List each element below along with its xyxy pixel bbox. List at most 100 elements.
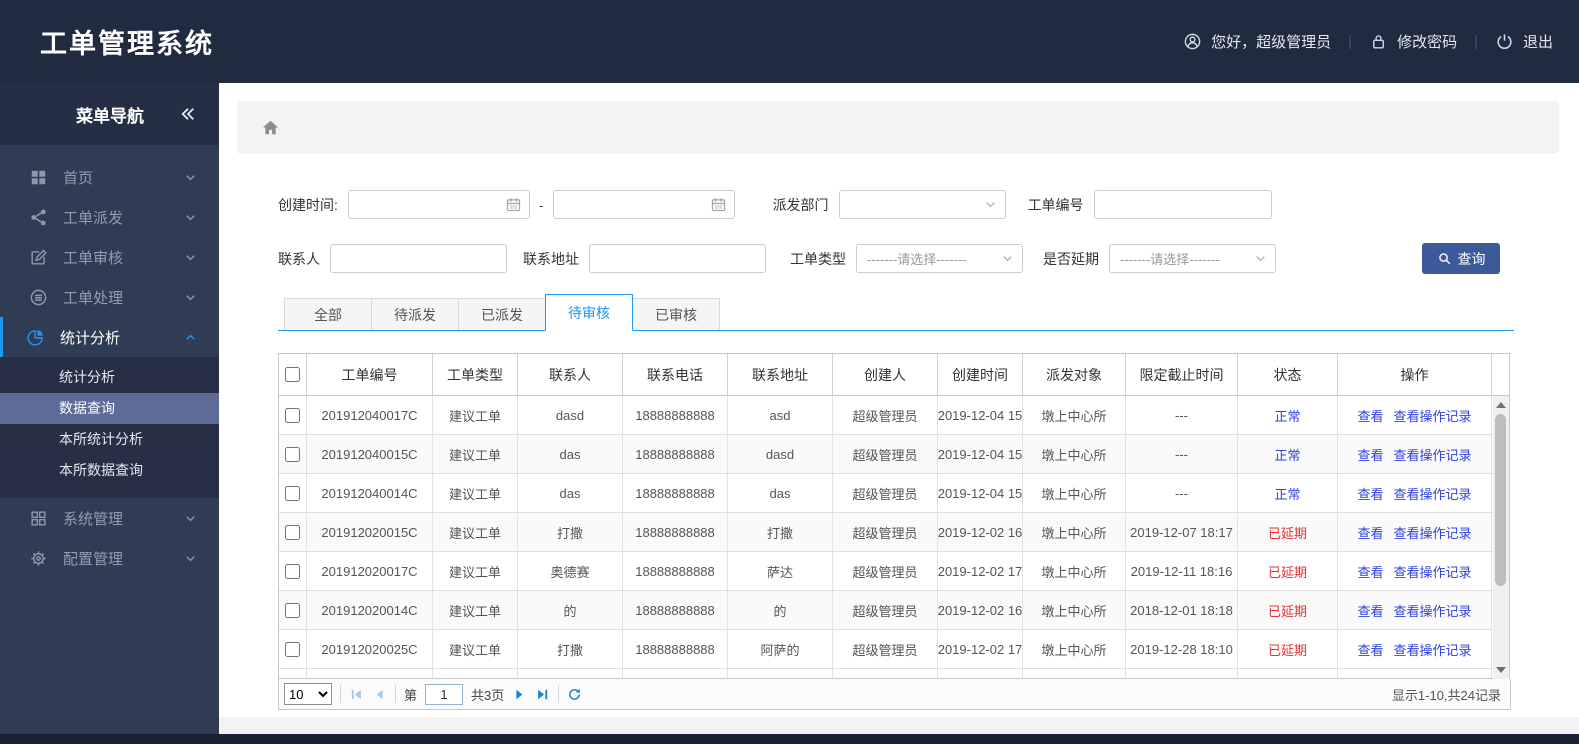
view-log-link[interactable]: 查看操作记录 <box>1394 406 1472 425</box>
table-row: 201912020017C 建议工单 奥德赛 18888888888 萨达 超级管理员 20… <box>279 552 1493 591</box>
tab-1[interactable]: 待派发 <box>371 298 459 330</box>
scrollbar-thumb[interactable] <box>1495 414 1506 586</box>
delay-value: -------请选择------- <box>1120 252 1220 267</box>
logout-link[interactable]: 退出 <box>1495 31 1553 52</box>
user-greeting-label: 您好，超级管理员 <box>1211 34 1332 51</box>
row-checkbox[interactable] <box>285 524 300 540</box>
view-log-link[interactable]: 查看操作记录 <box>1394 445 1472 464</box>
dispatch-dept-select[interactable] <box>838 190 1006 219</box>
create-time-end-input[interactable] <box>553 197 710 212</box>
select-all-checkbox[interactable] <box>285 367 300 382</box>
sidebar-item-0[interactable]: 首页 <box>0 157 219 197</box>
cell-deadline: 2019-12-07 18:17 <box>1126 513 1238 551</box>
row-checkbox[interactable] <box>285 485 300 501</box>
row-checkbox[interactable] <box>285 641 300 657</box>
chevron-down-icon <box>184 512 197 525</box>
view-log-link[interactable]: 查看操作记录 <box>1394 484 1472 503</box>
cell-actions: 查看 查看操作记录 <box>1338 435 1492 473</box>
sidebar-item-6[interactable]: 配置管理 <box>0 538 219 578</box>
view-link[interactable]: 查看 <box>1357 640 1383 659</box>
view-link[interactable]: 查看 <box>1357 484 1383 503</box>
address-input[interactable] <box>590 251 765 266</box>
grid2-icon <box>29 509 48 528</box>
current-page-input[interactable] <box>425 683 464 705</box>
view-log-link[interactable]: 查看操作记录 <box>1394 562 1472 581</box>
view-log-link[interactable]: 查看操作记录 <box>1394 601 1472 620</box>
tab-2[interactable]: 已派发 <box>458 298 546 330</box>
row-checkbox[interactable] <box>285 446 300 462</box>
cell-address: das <box>728 474 833 512</box>
next-page-button[interactable] <box>512 687 527 702</box>
scroll-up-icon[interactable] <box>1496 402 1506 408</box>
view-link[interactable]: 查看 <box>1357 445 1383 464</box>
sidebar-item-1[interactable]: 工单派发 <box>0 197 219 237</box>
cell-actions: 查看 查看操作记录 <box>1338 513 1492 551</box>
column-header-3: 联系电话 <box>623 354 728 395</box>
calendar-icon[interactable] <box>710 196 727 213</box>
scrollbar-track[interactable] <box>1493 396 1509 679</box>
search-button-label: 查询 <box>1457 250 1486 267</box>
cell-actions: 查看 查看操作记录 <box>1338 552 1492 590</box>
first-page-button[interactable] <box>349 687 364 702</box>
column-header-10: 操作 <box>1338 354 1492 395</box>
order-type-label: 工单类型 <box>790 250 846 267</box>
pagination-divider <box>395 685 396 703</box>
cell-contact: 的 <box>518 591 623 629</box>
contact-input[interactable] <box>331 251 506 266</box>
page-footer <box>0 734 1579 744</box>
view-link[interactable]: 查看 <box>1357 523 1383 542</box>
user-greeting[interactable]: 您好，超级管理员 <box>1183 31 1331 52</box>
sidebar-item-4[interactable]: 统计分析 <box>0 317 219 357</box>
cell-creator: 超级管理员 <box>833 435 938 473</box>
sidebar-item-5[interactable]: 系统管理 <box>0 498 219 538</box>
orders-table: 工单编号 工单类型 联系人 联系电话 联系地址 创建人 创建时间 派发对象 限定截止时间 状态 操作… <box>278 353 1511 679</box>
view-link[interactable]: 查看 <box>1357 406 1383 425</box>
row-checkbox[interactable] <box>285 407 300 423</box>
scroll-down-icon[interactable] <box>1496 667 1506 673</box>
row-checkbox[interactable] <box>285 563 300 579</box>
header-divider: | <box>1474 33 1478 50</box>
prev-page-button[interactable] <box>372 687 387 702</box>
column-header-0: 工单编号 <box>307 354 433 395</box>
sidebar-subitem[interactable]: 数据查询 <box>0 393 219 424</box>
tab-3[interactable]: 待审核 <box>545 294 633 331</box>
order-no-input[interactable] <box>1094 197 1271 212</box>
cell-created: 2019-12-02 16 <box>938 591 1023 629</box>
filter-row-1: 创建时间: - 派发部门 工单编号 <box>278 190 1514 219</box>
page-size-select[interactable]: 10 <box>284 683 332 705</box>
sidebar-subitem[interactable]: 统计分析 <box>0 362 219 393</box>
cell-deadline: 2018-12-01 18:18 <box>1126 591 1238 629</box>
search-button[interactable]: 查询 <box>1422 243 1500 274</box>
cell-status: 已延期 <box>1238 591 1338 629</box>
row-checkbox-cell <box>279 630 307 668</box>
cell-creator: 超级管理员 <box>833 474 938 512</box>
sidebar-item-3[interactable]: 工单处理 <box>0 277 219 317</box>
cell-status: 正常 <box>1238 396 1338 434</box>
order-type-select[interactable]: -------请选择------- <box>856 244 1023 273</box>
row-checkbox-cell <box>279 396 307 434</box>
delay-select[interactable]: -------请选择------- <box>1109 244 1276 273</box>
partial-cell <box>433 669 518 678</box>
tab-0[interactable]: 全部 <box>284 298 372 330</box>
collapse-sidebar-icon[interactable] <box>179 105 197 123</box>
cell-deadline: --- <box>1126 396 1238 434</box>
view-link[interactable]: 查看 <box>1357 562 1383 581</box>
view-log-link[interactable]: 查看操作记录 <box>1394 640 1472 659</box>
view-link[interactable]: 查看 <box>1357 601 1383 620</box>
partial-cell <box>1338 669 1492 678</box>
row-checkbox[interactable] <box>285 602 300 618</box>
calendar-icon[interactable] <box>505 196 522 213</box>
last-page-button[interactable] <box>535 687 550 702</box>
cell-deadline: --- <box>1126 474 1238 512</box>
cell-contact: das <box>518 474 623 512</box>
cell-target: 墩上中心所 <box>1023 591 1126 629</box>
view-log-link[interactable]: 查看操作记录 <box>1394 523 1472 542</box>
change-password-link[interactable]: 修改密码 <box>1369 31 1457 52</box>
refresh-button[interactable] <box>567 687 582 702</box>
create-time-start-input[interactable] <box>348 197 505 212</box>
sidebar-subitem[interactable]: 本所统计分析 <box>0 424 219 455</box>
sidebar-item-2[interactable]: 工单审核 <box>0 237 219 277</box>
home-icon[interactable] <box>261 118 280 137</box>
tab-4[interactable]: 已审核 <box>632 298 720 330</box>
sidebar-subitem[interactable]: 本所数据查询 <box>0 455 219 486</box>
